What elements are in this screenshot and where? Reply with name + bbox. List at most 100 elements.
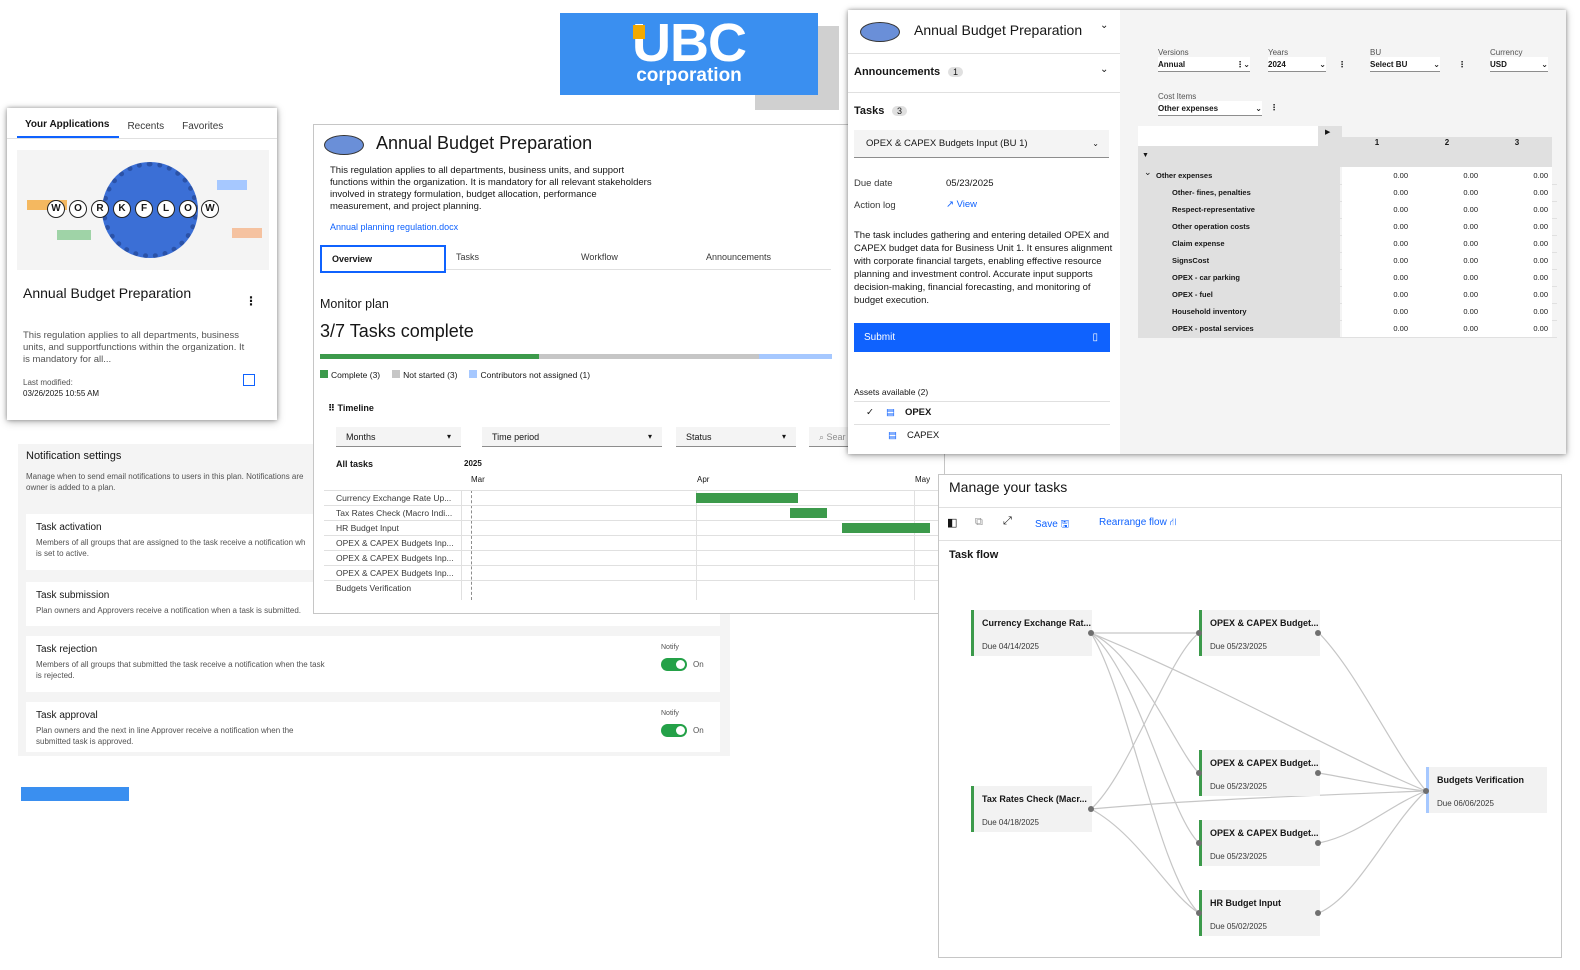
grid-column-header[interactable]: 3 [1482, 137, 1552, 167]
task-select-dropdown[interactable]: OPEX & CAPEX Budgets Input (BU 1) ⌄ [854, 130, 1109, 158]
connector-handle[interactable] [1196, 840, 1202, 846]
grid-cell[interactable]: 0.00 [1412, 320, 1482, 337]
grid-cell[interactable]: 0.00 [1342, 320, 1412, 337]
announcements-label[interactable]: Announcements [854, 66, 940, 78]
connector-handle[interactable] [1088, 630, 1094, 636]
asset-row-capex[interactable]: ▤ CAPEX [854, 424, 1110, 447]
grid-cell[interactable]: 0.00 [1342, 201, 1412, 218]
drag-handle-icon[interactable]: ⠿ [328, 403, 338, 413]
grid-cell[interactable]: 0.00 [1342, 303, 1412, 320]
grid-cell[interactable]: 0.00 [1342, 252, 1412, 269]
gantt-bar[interactable] [790, 508, 827, 518]
gantt-bar[interactable] [842, 523, 930, 533]
grid-cell[interactable]: 0.00 [1412, 235, 1482, 252]
blue-button[interactable] [21, 787, 129, 801]
grid-cell[interactable]: 0.00 [1482, 286, 1552, 303]
grid-cell[interactable]: 0.00 [1342, 167, 1412, 184]
submit-button[interactable]: Submit ▯ [854, 323, 1110, 352]
overflow-menu-icon[interactable]: ⋮ [1458, 60, 1466, 69]
connector-handle[interactable] [1196, 910, 1202, 916]
flow-node-opex-1[interactable]: OPEX & CAPEX Budget... Due 05/23/2025 [1199, 610, 1320, 656]
grid-cell[interactable]: 0.00 [1342, 269, 1412, 286]
grid-cell[interactable]: 0.00 [1412, 286, 1482, 303]
asset-row-opex[interactable]: ✓ ▤ OPEX [854, 401, 1110, 424]
grid-cell[interactable]: 0.00 [1342, 235, 1412, 252]
tab-tasks[interactable]: Tasks [446, 245, 571, 270]
connector-handle[interactable] [1315, 630, 1321, 636]
grid-cell[interactable]: 0.00 [1482, 252, 1552, 269]
grid-cell[interactable]: 0.00 [1482, 167, 1552, 184]
tab-recents[interactable]: Recents [119, 121, 174, 138]
flow-node-budgets-verification[interactable]: Budgets Verification Due 06/06/2025 [1426, 767, 1547, 813]
grid-cell[interactable]: 0.00 [1482, 269, 1552, 286]
connector-handle[interactable] [1088, 806, 1094, 812]
gantt-bar[interactable] [696, 493, 798, 503]
connector-handle[interactable] [1315, 840, 1321, 846]
overflow-menu-icon[interactable]: ⋮ [245, 294, 257, 308]
connector-handle[interactable] [1315, 910, 1321, 916]
collapse-down-icon[interactable]: ▼ [1142, 152, 1149, 159]
grid-cell[interactable]: 0.00 [1412, 269, 1482, 286]
chevron-down-icon[interactable]: ⌄ [1100, 20, 1108, 31]
connector-handle[interactable] [1315, 770, 1321, 776]
gantt-row[interactable]: OPEX & CAPEX Budgets Inp... [324, 535, 964, 551]
approval-toggle[interactable] [661, 724, 687, 737]
gantt-row[interactable]: Tax Rates Check (Macro Indi... [324, 505, 964, 521]
flow-node-opex-3[interactable]: OPEX & CAPEX Budget... Due 05/23/2025 [1199, 820, 1320, 866]
bu-select[interactable]: BU Select BU ⌄ [1370, 48, 1440, 72]
tab-overview[interactable]: Overview [320, 245, 446, 273]
grid-cell[interactable]: 0.00 [1482, 320, 1552, 337]
tab-announcements[interactable]: Announcements [696, 245, 831, 270]
grid-cell[interactable]: 0.00 [1482, 201, 1552, 218]
grid-cell[interactable]: 0.00 [1482, 235, 1552, 252]
flow-node-tax-rates[interactable]: Tax Rates Check (Macr... Due 04/18/2025 [971, 786, 1092, 832]
view-link[interactable]: ↗ View [946, 199, 977, 210]
grid-cell[interactable]: 0.00 [1482, 303, 1552, 320]
overflow-menu-icon[interactable]: ⋮ [1236, 60, 1244, 69]
gantt-row[interactable]: Currency Exchange Rate Up... [324, 490, 964, 506]
overflow-menu-icon[interactable]: ⋮ [1270, 103, 1278, 112]
card-title[interactable]: Annual Budget Preparation [23, 285, 191, 301]
status-dropdown[interactable]: Status ▾ [676, 427, 796, 447]
task-flow-panel: Manage your tasks ◧ ⧉ ⤢ Save 🖫 Rearrange… [938, 474, 1562, 958]
grid-cell[interactable]: 0.00 [1412, 167, 1482, 184]
grid-cell[interactable]: 0.00 [1412, 218, 1482, 235]
cost-items-select[interactable]: Cost Items Other expenses ⌄ [1158, 92, 1262, 116]
grid-cell[interactable]: 0.00 [1482, 218, 1552, 235]
connector-handle[interactable] [1196, 770, 1202, 776]
gantt-row[interactable]: HR Budget Input [324, 520, 964, 536]
grid-cell[interactable]: 0.00 [1412, 201, 1482, 218]
currency-select[interactable]: Currency USD ⌄ [1490, 48, 1548, 72]
grid-cell[interactable]: 0.00 [1412, 303, 1482, 320]
chevron-down-icon[interactable]: ⌄ [1100, 64, 1108, 75]
gantt-row[interactable]: Budgets Verification [324, 580, 964, 596]
tab-favorites[interactable]: Favorites [174, 121, 233, 138]
grid-filter-box[interactable] [1138, 126, 1318, 146]
gantt-row[interactable]: OPEX & CAPEX Budgets Inp... [324, 565, 964, 581]
grid-cell[interactable]: 0.00 [1412, 252, 1482, 269]
grid-cell[interactable]: 0.00 [1342, 218, 1412, 235]
regulation-link[interactable]: Annual planning regulation.docx [330, 222, 458, 232]
grid-cell[interactable]: 0.00 [1342, 286, 1412, 303]
flow-node-hr-budget[interactable]: HR Budget Input Due 05/02/2025 [1199, 890, 1320, 936]
tab-workflow[interactable]: Workflow [571, 245, 696, 270]
months-dropdown[interactable]: Months ▾ [336, 427, 461, 447]
expand-right-icon[interactable]: ▶ [1325, 128, 1330, 136]
years-select[interactable]: Years 2024 ⌄ [1268, 48, 1326, 72]
dashboard-icon[interactable] [243, 374, 255, 386]
tab-your-applications[interactable]: Your Applications [17, 119, 120, 138]
grid-cell[interactable]: 0.00 [1482, 184, 1552, 201]
flow-node-opex-2[interactable]: OPEX & CAPEX Budget... Due 05/23/2025 [1199, 750, 1320, 796]
grid-cell[interactable]: 0.00 [1412, 184, 1482, 201]
gantt-row[interactable]: OPEX & CAPEX Budgets Inp... [324, 550, 964, 566]
flow-node-currency[interactable]: Currency Exchange Rat... Due 04/14/2025 [971, 610, 1092, 656]
overflow-menu-icon[interactable]: ⋮ [1338, 60, 1346, 69]
connector-handle[interactable] [1423, 788, 1429, 794]
grid-column-header[interactable]: 2 [1412, 137, 1483, 167]
grid-cell[interactable]: 0.00 [1342, 184, 1412, 201]
connector-handle[interactable] [1196, 630, 1202, 636]
grid-column-header[interactable]: 1 [1342, 137, 1413, 167]
rejection-toggle[interactable] [661, 658, 687, 671]
chevron-down-icon[interactable]: ⌄ [1144, 164, 1152, 181]
time-period-dropdown[interactable]: Time period ▾ [482, 427, 662, 447]
